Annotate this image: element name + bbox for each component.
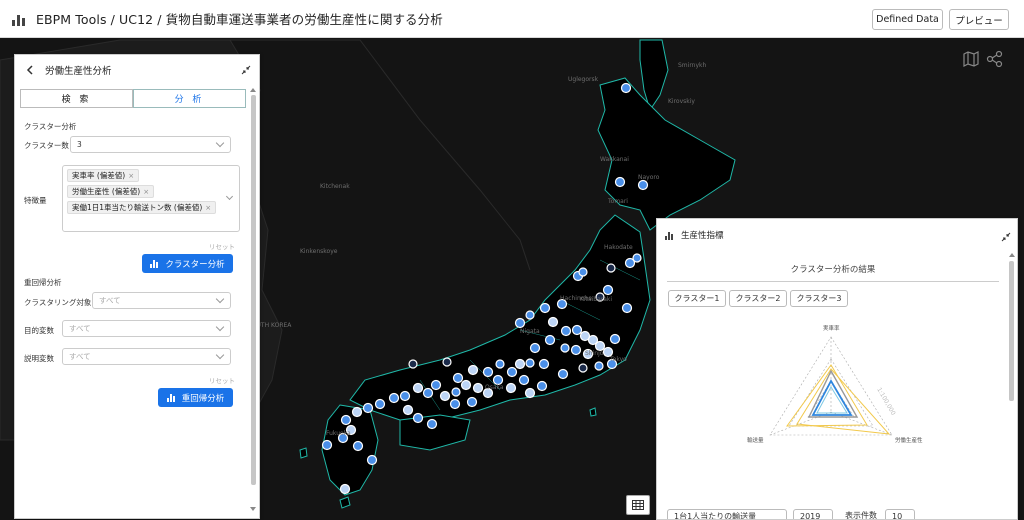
cluster-reset-link[interactable]: リセット xyxy=(209,241,235,251)
feature-tag-label: 実車率 (偏差値) xyxy=(72,171,126,180)
feature-tag: 実働1日1車当たり輸送トン数 (偏差値) × xyxy=(67,201,217,214)
radar-axis-label: 労働生産性 xyxy=(895,438,923,444)
map-label-nayoro: Nayoro xyxy=(638,174,660,181)
cluster-3-button[interactable]: クラスター3 xyxy=(790,290,848,307)
radar-chart: 1:100,000 xyxy=(769,336,897,436)
regression-analysis-button-label: 重回帰分析 xyxy=(181,393,225,404)
feature-tag-label: 実働1日1車当たり輸送トン数 (偏差値) xyxy=(72,203,203,212)
clustering-target-label: クラスタリング対象 xyxy=(24,298,92,307)
tab-analysis[interactable]: 分 析 xyxy=(133,89,246,108)
radar-axis-label: 実車率 xyxy=(823,326,840,332)
collapse-icon[interactable] xyxy=(1001,232,1011,242)
radar-axis-label: 輸送量 xyxy=(747,438,764,444)
chevron-down-icon xyxy=(215,322,225,331)
map-label-kirovskoye: Kirovskiy xyxy=(668,98,695,105)
chart-icon xyxy=(150,259,159,268)
map-label-kitaibaraki: Kitaibaraki xyxy=(580,296,613,303)
map-label-wakkanai: Wakkanai xyxy=(600,156,629,163)
table-view-button[interactable] xyxy=(626,495,650,515)
remove-tag-icon[interactable]: × xyxy=(143,188,149,196)
map-label-fukuoka: Fukuoka xyxy=(326,430,351,437)
metric-select-value: 1台1人当たりの輸送量 xyxy=(674,511,757,520)
productivity-panel: 生産性指標 クラスター分析の結果 クラスター1 クラスター2 クラスター3 1:… xyxy=(656,218,1018,520)
chart-logo-icon xyxy=(12,12,28,26)
cluster-count-value: 3 xyxy=(77,140,82,149)
year-select-value: 2019 xyxy=(800,511,821,520)
remove-tag-icon[interactable]: × xyxy=(205,204,211,212)
map-icon[interactable] xyxy=(962,50,980,68)
panel-title: 労働生産性分析 xyxy=(45,66,112,77)
feature-tag-label: 労働生産性 (偏差値) xyxy=(72,187,141,196)
chevron-down-icon xyxy=(215,138,225,147)
features-multiselect[interactable]: 実車率 (偏差値) × 労働生産性 (偏差値) × 実働1日1車当たり輸送トン数 (… xyxy=(62,165,240,232)
analysis-panel: 労働生産性分析 検 索 分 析 クラスター分析 クラスター数 3 特徴量 実車率… xyxy=(14,54,260,519)
cluster-count-label: クラスター数 xyxy=(24,141,69,150)
back-arrow-icon[interactable] xyxy=(25,65,35,75)
cluster-2-button[interactable]: クラスター2 xyxy=(729,290,787,307)
cluster-analysis-button-label: クラスター分析 xyxy=(165,259,225,270)
clustering-target-placeholder: すべて xyxy=(99,296,121,305)
scroll-down-arrow[interactable] xyxy=(250,507,256,511)
scroll-up-arrow[interactable] xyxy=(250,88,256,92)
map-label-nigata: Nigata xyxy=(520,328,540,335)
right-panel-scrollbar[interactable] xyxy=(1009,261,1014,401)
radar-watermark: 1:100,000 xyxy=(875,387,896,417)
map-label-osaka: Osaka xyxy=(485,384,504,391)
regression-section-title: 重回帰分析 xyxy=(24,278,62,287)
panel-header: 労働生産性分析 xyxy=(15,55,259,85)
map-label-kinkenskoye: Kinkenskoye xyxy=(300,248,338,255)
objective-variable-select[interactable]: すべて xyxy=(62,320,231,337)
watermark: 1:100,000 xyxy=(875,387,896,417)
map-label-uglegorsk: Uglegorsk xyxy=(568,76,599,83)
explanatory-variable-placeholder: すべて xyxy=(69,352,91,361)
cluster-1-button[interactable]: クラスター1 xyxy=(668,290,726,307)
display-count-value: 10 xyxy=(892,511,903,520)
map-label-smirnykh: Smirnykh xyxy=(678,62,707,69)
panel-tabs: 検 索 分 析 xyxy=(20,89,246,108)
clustering-target-select[interactable]: すべて xyxy=(92,292,231,309)
display-count-select[interactable]: 10 xyxy=(885,509,915,520)
productivity-panel-header: 生産性指標 xyxy=(657,219,1017,251)
table-icon xyxy=(632,500,644,510)
map-label-tokyo: Tokyo xyxy=(610,356,627,363)
share-icon[interactable] xyxy=(986,50,1004,68)
display-count-label: 表示件数 xyxy=(845,511,877,520)
explanatory-variable-label: 説明変数 xyxy=(24,354,54,363)
objective-variable-placeholder: すべて xyxy=(69,324,91,333)
scroll-up-arrow[interactable] xyxy=(1009,253,1015,257)
objective-variable-label: 目的変数 xyxy=(24,326,54,335)
productivity-panel-title: 生産性指標 xyxy=(681,231,724,241)
chevron-down-icon xyxy=(225,192,234,201)
left-panel-scrollbar[interactable] xyxy=(251,95,256,485)
chevron-down-icon xyxy=(215,294,225,303)
feature-tag: 実車率 (偏差値) × xyxy=(67,169,140,182)
regression-analysis-button[interactable]: 重回帰分析 xyxy=(158,388,233,407)
tab-search[interactable]: 検 索 xyxy=(20,89,133,108)
cluster-count-select[interactable]: 3 xyxy=(70,136,231,153)
explanatory-variable-select[interactable]: すべて xyxy=(62,348,231,365)
metric-select[interactable]: 1台1人当たりの輸送量 xyxy=(667,509,787,520)
cluster-analysis-button[interactable]: クラスター分析 xyxy=(142,254,233,273)
map-label-shinjo: Shinjo xyxy=(585,350,604,357)
cluster-section-title: クラスター分析 xyxy=(24,122,77,131)
page-title: EBPM Tools / UC12 / 貨物自動車運送事業者の労働生産性に関する… xyxy=(36,12,443,27)
feature-tag: 労働生産性 (偏差値) × xyxy=(67,185,155,198)
chevron-down-icon xyxy=(215,350,225,359)
regression-reset-link[interactable]: リセット xyxy=(209,375,235,385)
map-label-hakodate: Hakodate xyxy=(604,244,633,251)
preview-button[interactable]: プレビュー xyxy=(949,9,1009,30)
chart-icon xyxy=(665,231,675,240)
defined-data-button[interactable]: Defined Data xyxy=(872,9,943,30)
chart-icon xyxy=(166,393,176,402)
app-header: EBPM Tools / UC12 / 貨物自動車運送事業者の労働生産性に関する… xyxy=(0,0,1024,38)
features-label: 特徴量 xyxy=(24,196,47,205)
map-label-kitchenak: Kitchenak xyxy=(320,183,350,190)
collapse-icon[interactable] xyxy=(241,65,251,75)
map-label-tomari: Tomari xyxy=(608,198,628,205)
remove-tag-icon[interactable]: × xyxy=(128,172,134,180)
cluster-result-title: クラスター分析の結果 xyxy=(667,263,999,282)
year-select[interactable]: 2019 xyxy=(793,509,833,520)
